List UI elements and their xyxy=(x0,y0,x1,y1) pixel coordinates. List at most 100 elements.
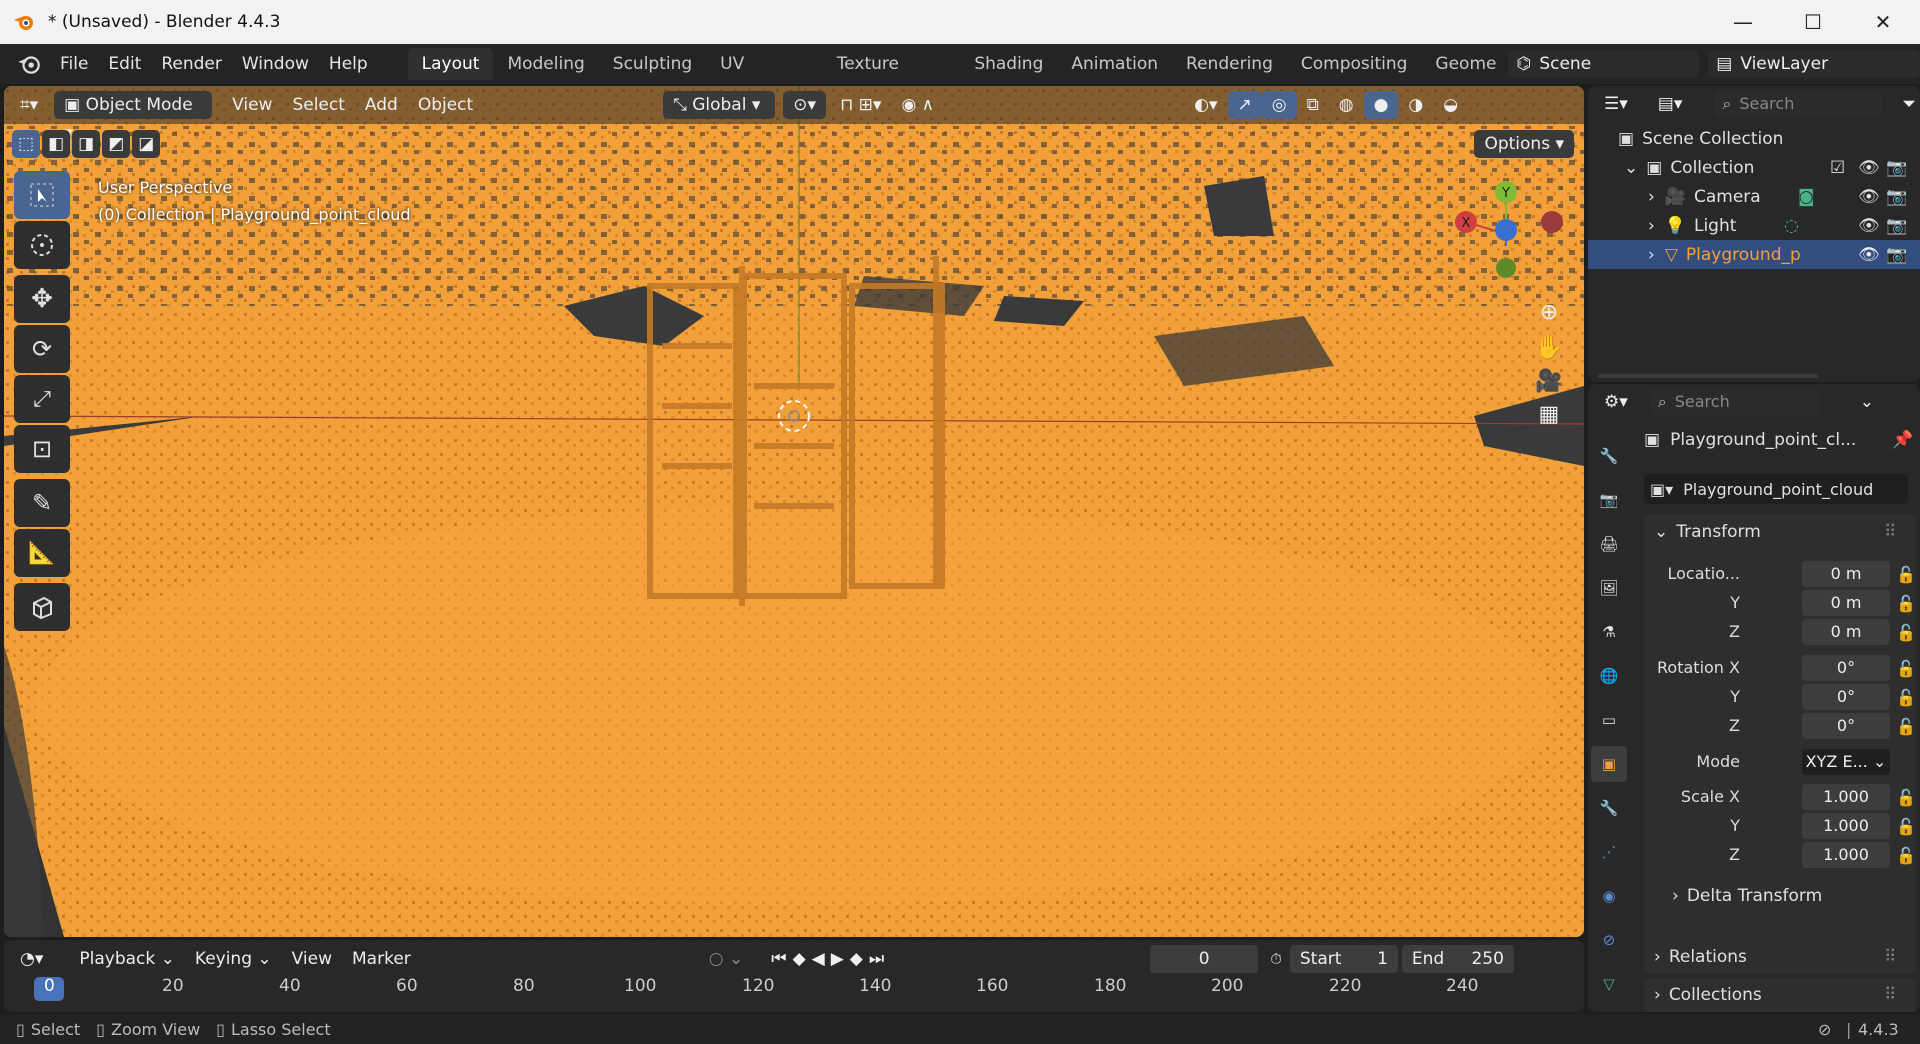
view-layer-selector[interactable]: ▤ ViewLayer xyxy=(1708,50,1920,78)
tab-geometry-nodes[interactable]: Geome xyxy=(1421,48,1502,80)
blender-menu-icon[interactable] xyxy=(16,51,42,77)
maximize-button[interactable]: ☐ xyxy=(1780,0,1846,44)
view-menu[interactable]: View xyxy=(222,91,282,119)
lock-icon[interactable]: 🔓 xyxy=(1896,817,1916,836)
location-y-field[interactable]: 0 m xyxy=(1802,590,1890,616)
object-name-field[interactable]: ▣▾ Playground_point_cloud xyxy=(1644,474,1908,504)
xray-toggle-icon[interactable]: ⧉ xyxy=(1297,91,1329,119)
menu-help[interactable]: Help xyxy=(319,49,378,79)
object-menu[interactable]: Object xyxy=(408,91,483,119)
tab-modeling[interactable]: Modeling xyxy=(493,48,598,80)
expand-chevron-icon[interactable]: › xyxy=(1648,245,1655,265)
auto-keying-icon[interactable]: ○ ⌄ xyxy=(699,945,753,973)
timeline-editor-type-icon[interactable]: ◔▾ xyxy=(10,945,53,973)
object-mode-dropdown[interactable]: ▣ Object Mode ▾ xyxy=(54,91,213,143)
play-reverse-icon[interactable]: ◀ xyxy=(812,949,831,969)
camera-data-icon[interactable]: ◙ xyxy=(1798,187,1815,207)
scene-selector[interactable]: ⌬ Scene xyxy=(1508,50,1699,78)
playback-menu[interactable]: Playback ⌄ xyxy=(69,945,185,973)
filter-icon[interactable]: ⏷ xyxy=(1892,90,1920,118)
tab-texture-paint[interactable]: Texture Paint xyxy=(823,48,961,106)
snap-icon[interactable]: ⊓ ⊞▾ xyxy=(830,91,891,119)
solid-shading-icon[interactable]: ● xyxy=(1363,91,1399,119)
lock-icon[interactable]: 🔓 xyxy=(1896,594,1916,613)
outliner-item-light[interactable]: › 💡 Light ◌ 👁 📷 xyxy=(1588,211,1920,240)
light-render-icon[interactable]: 📷 xyxy=(1886,216,1907,236)
tab-uv-editing[interactable]: UV Editing xyxy=(706,48,823,106)
timeline-view-menu[interactable]: View xyxy=(282,945,342,973)
outliner-editor-type-icon[interactable]: ☰▾ xyxy=(1594,90,1638,118)
tab-rendering[interactable]: Rendering xyxy=(1172,48,1287,80)
marker-menu[interactable]: Marker xyxy=(342,945,421,973)
overlays-toggle-icon[interactable]: ◎ xyxy=(1261,91,1297,119)
collection-row[interactable]: ⌄ ▣ Collection ☑ 👁 📷 xyxy=(1588,153,1920,182)
prev-keyframe-icon[interactable]: ◆ xyxy=(793,949,812,969)
menu-file[interactable]: File xyxy=(50,49,98,79)
transform-tool[interactable]: ⊡ xyxy=(14,425,70,473)
visibility-icon[interactable]: ◐▾ xyxy=(1184,91,1227,119)
scene-collection-row[interactable]: ▣ Scene Collection xyxy=(1588,124,1920,153)
collection-render-camera-icon[interactable]: 📷 xyxy=(1886,158,1907,178)
material-shading-icon[interactable]: ◑ xyxy=(1398,91,1433,119)
3d-viewport[interactable]: ⌗▾ ▣ Object Mode ▾ View Select Add Objec… xyxy=(4,86,1584,937)
render-tab-icon[interactable]: 📷 xyxy=(1591,482,1627,518)
delta-transform-header[interactable]: › Delta Transform xyxy=(1672,886,1822,906)
annotate-tool[interactable]: ✎ xyxy=(14,479,70,527)
pivot-point-icon[interactable]: ⊙▾ xyxy=(783,91,826,119)
stopwatch-icon[interactable]: ⏱ xyxy=(1270,950,1282,968)
minimize-button[interactable]: — xyxy=(1710,0,1776,44)
drag-handle-icon[interactable]: ⠿ xyxy=(1884,947,1896,967)
add-menu[interactable]: Add xyxy=(355,91,408,119)
options-dropdown[interactable]: Options ▾ xyxy=(1474,130,1574,158)
select-subtract-icon[interactable]: ◨ xyxy=(72,130,101,158)
end-frame-field[interactable]: End 250 xyxy=(1401,945,1514,973)
editor-type-icon[interactable]: ⌗▾ xyxy=(10,91,48,119)
physics-tab-icon[interactable]: ◉ xyxy=(1591,878,1627,914)
tab-shading[interactable]: Shading xyxy=(960,48,1057,80)
properties-editor-type-icon[interactable]: ⚙▾ xyxy=(1594,388,1638,416)
scale-x-field[interactable]: 1.000 xyxy=(1802,784,1890,810)
camera-visibility-eye-icon[interactable]: 👁 xyxy=(1858,187,1880,207)
view-layer-tab-icon[interactable]: 🖼 xyxy=(1591,570,1627,606)
outliner-search-input[interactable]: ⌕ Search xyxy=(1714,90,1883,118)
pin-icon[interactable]: 📌 xyxy=(1892,430,1913,450)
gizmo-z-axis[interactable] xyxy=(1495,219,1517,241)
jump-start-icon[interactable]: ⏮ xyxy=(771,949,792,969)
jump-end-icon[interactable]: ⏭ xyxy=(869,949,890,969)
outliner-item-playground[interactable]: › ▽ Playground_p 👁 📷 xyxy=(1588,240,1920,269)
lock-icon[interactable]: 🔓 xyxy=(1896,788,1916,807)
lock-icon[interactable]: 🔓 xyxy=(1896,717,1916,736)
close-button[interactable]: ✕ xyxy=(1850,0,1916,44)
measure-tool[interactable]: 📐 xyxy=(14,529,70,577)
outliner-scrollbar[interactable] xyxy=(1598,374,1818,378)
current-frame-field[interactable]: 0 xyxy=(1150,945,1259,973)
collections-panel-header[interactable]: › Collections ⠿ xyxy=(1644,978,1916,1012)
gizmo-toggle-icon[interactable]: ↗ xyxy=(1227,91,1262,119)
outliner-item-camera[interactable]: › 🎥 Camera ◙ 👁 📷 xyxy=(1588,182,1920,211)
playground-visibility-eye-icon[interactable]: 👁 xyxy=(1858,245,1880,265)
camera-render-icon[interactable]: 📷 xyxy=(1886,187,1907,207)
tab-animation[interactable]: Animation xyxy=(1057,48,1172,80)
menu-edit[interactable]: Edit xyxy=(98,49,151,79)
select-new-icon[interactable]: ⬚ xyxy=(12,130,41,158)
display-mode-icon[interactable]: ▤▾ xyxy=(1648,90,1693,118)
lock-icon[interactable]: 🔓 xyxy=(1896,659,1916,678)
playground-render-icon[interactable]: 📷 xyxy=(1886,245,1907,265)
lock-icon[interactable]: 🔓 xyxy=(1896,565,1916,584)
start-frame-field[interactable]: Start 1 xyxy=(1289,945,1398,973)
constraints-tab-icon[interactable]: ⊘ xyxy=(1591,922,1627,958)
scale-z-field[interactable]: 1.000 xyxy=(1802,842,1890,868)
lock-icon[interactable]: 🔓 xyxy=(1896,623,1916,642)
rotation-mode-dropdown[interactable]: XYZ E... ⌄ xyxy=(1802,749,1890,775)
expand-chevron-icon[interactable]: ⌄ xyxy=(1624,158,1638,178)
tab-layout[interactable]: Layout xyxy=(407,48,494,80)
select-extend-icon[interactable]: ◧ xyxy=(42,130,71,158)
world-tab-icon[interactable]: 🌐 xyxy=(1591,658,1627,694)
tab-compositing[interactable]: Compositing xyxy=(1287,48,1422,80)
scale-tool[interactable]: ⤢ xyxy=(14,375,70,423)
zoom-icon[interactable]: ⊕ xyxy=(1540,300,1558,325)
collection-visibility-eye-icon[interactable]: 👁 xyxy=(1858,158,1880,178)
menu-render[interactable]: Render xyxy=(151,49,232,79)
keying-menu[interactable]: Keying ⌄ xyxy=(185,945,282,973)
rendered-shading-icon[interactable]: ◒ xyxy=(1433,91,1468,119)
